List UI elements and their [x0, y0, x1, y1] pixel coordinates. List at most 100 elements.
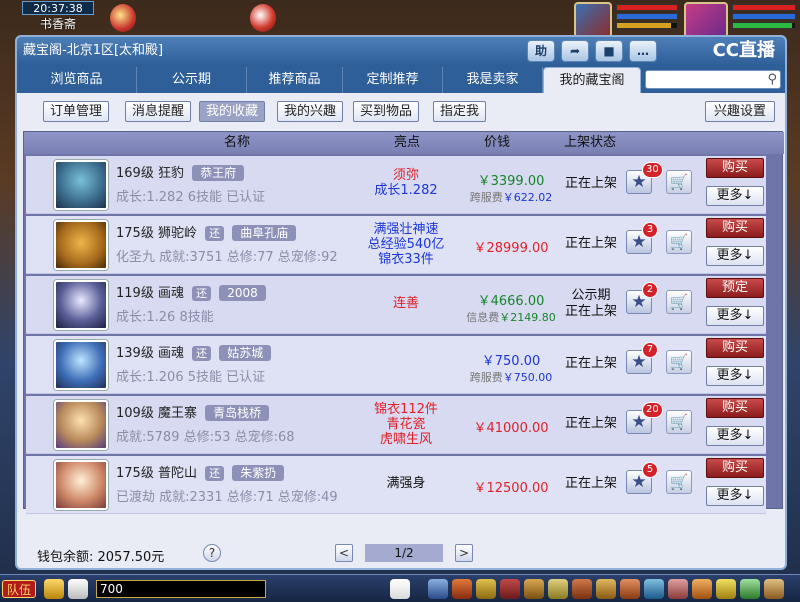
buy-button[interactable]: 购买 [706, 338, 764, 358]
task-icon[interactable] [572, 579, 592, 599]
treasure-pavilion-window: 藏宝阁-北京1区[太和殿] 助 ➦ ■ … CC直播 浏览商品 公示期 推荐商品… [15, 35, 787, 570]
subtab-purchased[interactable]: 买到物品 [353, 101, 420, 122]
status-text: 正在上架 [564, 176, 617, 191]
cart-icon[interactable]: 🛒 [666, 410, 692, 434]
pet-portrait[interactable] [54, 160, 108, 210]
cart-icon[interactable]: 🛒 [666, 230, 692, 254]
tab-recommended[interactable]: 推荐商品 [247, 67, 343, 93]
quest-icon[interactable] [620, 579, 640, 599]
list-item[interactable]: 119级 画魂 还 2008 成长:1.26 8技能 连善 ￥4666.00 信… [26, 276, 766, 334]
system-icon[interactable] [740, 579, 760, 599]
record-button[interactable]: ■ [595, 40, 623, 62]
subtab-orders[interactable]: 订单管理 [43, 101, 110, 122]
tab-custom[interactable]: 定制推荐 [343, 67, 443, 93]
favorite-count-badge: 5 [642, 462, 658, 478]
pet-menu-icon[interactable] [390, 579, 410, 599]
subtab-messages[interactable]: 消息提醒 [125, 101, 192, 122]
subtab-favorites[interactable]: 我的收藏 [199, 101, 266, 122]
settings-icon[interactable] [764, 579, 784, 599]
server-tag: 青岛栈桥 [205, 405, 270, 421]
list-item[interactable]: 169级 狂豹 恭王府 成长:1.282 6技能 已认证 须弥 成长1.282 … [26, 156, 766, 214]
smiley-icon[interactable] [716, 579, 736, 599]
return-tag: 还 [192, 346, 212, 361]
skill-icon[interactable] [548, 579, 568, 599]
server-tag: 恭王府 [192, 165, 245, 181]
search-input[interactable]: ⚲ [645, 70, 781, 89]
give-icon[interactable] [476, 579, 496, 599]
tab-publicity[interactable]: 公示期 [137, 67, 247, 93]
friend-icon[interactable] [668, 579, 688, 599]
tab-seller[interactable]: 我是卖家 [443, 67, 543, 93]
pet-portrait[interactable] [54, 340, 108, 390]
character-portrait[interactable] [54, 220, 108, 270]
page-indicator: 1/2 [365, 544, 443, 562]
hud-topbar: 20:37:38 书香斋 [0, 0, 800, 40]
microphone-icon[interactable] [44, 579, 64, 599]
cart-icon[interactable]: 🛒 [666, 350, 692, 374]
price-value: ￥3399.00 [477, 174, 545, 189]
pet-avatar[interactable] [684, 2, 728, 38]
buy-button[interactable]: 购买 [706, 158, 764, 178]
share-button[interactable]: ➦ [561, 40, 589, 62]
list-item[interactable]: 175级 狮驼岭 还 曲阜孔庙 化圣九 成就:3751 总修:77 总宠修:92… [26, 216, 766, 274]
guild-icon[interactable] [596, 579, 616, 599]
prev-page-button[interactable]: < [335, 544, 353, 562]
item-bag-icon[interactable] [452, 579, 472, 599]
status-text: 正在上架 [564, 416, 617, 431]
attack-icon[interactable] [428, 579, 448, 599]
price-value: ￥4666.00 [477, 294, 545, 309]
help-icon[interactable]: ? [203, 544, 221, 562]
trade-icon[interactable] [500, 579, 520, 599]
chat-button[interactable]: … [629, 40, 657, 62]
reserve-button[interactable]: 预定 [706, 278, 764, 298]
highlight-text: 锦衣33件 [378, 252, 434, 267]
player-avatar[interactable] [574, 2, 612, 38]
server-tag: 姑苏城 [219, 345, 272, 361]
tab-browse[interactable]: 浏览商品 [17, 67, 137, 93]
team-button[interactable]: 队伍 [2, 580, 36, 598]
item-title: 175级 普陀山 还 朱紫扔 [116, 462, 285, 481]
buy-button[interactable]: 购买 [706, 458, 764, 478]
more-button[interactable]: 更多↓ [706, 186, 764, 206]
fee-value: ￥750.00 [502, 371, 553, 384]
window-titlebar[interactable]: 藏宝阁-北京1区[太和殿] 助 ➦ ■ … CC直播 [17, 37, 785, 65]
buy-button[interactable]: 购买 [706, 398, 764, 418]
favorite-count-badge: 20 [642, 402, 663, 418]
tab-my-pavilion[interactable]: 我的藏宝阁 [543, 67, 641, 93]
pet-portrait[interactable] [54, 280, 108, 330]
cc-live-logo: CC直播 [712, 40, 775, 61]
list-item[interactable]: 109级 魔王寨 青岛栈桥 成就:5789 总修:53 总宠修:68 锦衣112… [26, 396, 766, 454]
list-item[interactable]: 139级 画魂 还 姑苏城 成长:1.206 5技能 已认证 ￥750.00 跨… [26, 336, 766, 394]
chat-input[interactable]: 700 [96, 580, 266, 598]
cart-icon[interactable]: 🛒 [666, 290, 692, 314]
buy-button[interactable]: 购买 [706, 218, 764, 238]
character-portrait[interactable] [54, 460, 108, 510]
search-icon[interactable]: ⚲ [767, 72, 777, 87]
highlights: 满强壮神速 总经验540亿 锦衣33件 [356, 222, 456, 267]
interest-settings-button[interactable]: 兴趣设置 [705, 101, 776, 122]
more-button[interactable]: 更多↓ [706, 246, 764, 266]
server-tag: 2008 [219, 285, 266, 301]
help-button[interactable]: 助 [527, 40, 555, 62]
price-value: ￥750.00 [481, 354, 541, 369]
cart-icon[interactable]: 🛒 [666, 170, 692, 194]
more-button[interactable]: 更多↓ [706, 486, 764, 506]
more-button[interactable]: 更多↓ [706, 306, 764, 326]
team-icon[interactable] [524, 579, 544, 599]
item-title: 109级 魔王寨 青岛栈桥 [116, 402, 270, 421]
more-button[interactable]: 更多↓ [706, 366, 764, 386]
chat-bubble-icon[interactable] [68, 579, 88, 599]
character-portrait[interactable] [54, 400, 108, 450]
pet-hp-bar [732, 4, 796, 11]
header-name: 名称 [224, 135, 251, 150]
subtab-interests[interactable]: 我的兴趣 [277, 101, 344, 122]
more-button[interactable]: 更多↓ [706, 426, 764, 446]
highlight-text: 满强身 [386, 476, 426, 491]
list-item[interactable]: 175级 普陀山 还 朱紫扔 已渡劫 成就:2331 总修:71 总宠修:49 … [26, 456, 766, 514]
fee-line: 跨服费￥750.00 [456, 369, 566, 385]
next-page-button[interactable]: > [455, 544, 473, 562]
dumpling-icon[interactable] [692, 579, 712, 599]
cart-icon[interactable]: 🛒 [666, 470, 692, 494]
subtab-assigned[interactable]: 指定我 [433, 101, 487, 122]
map-icon[interactable] [644, 579, 664, 599]
